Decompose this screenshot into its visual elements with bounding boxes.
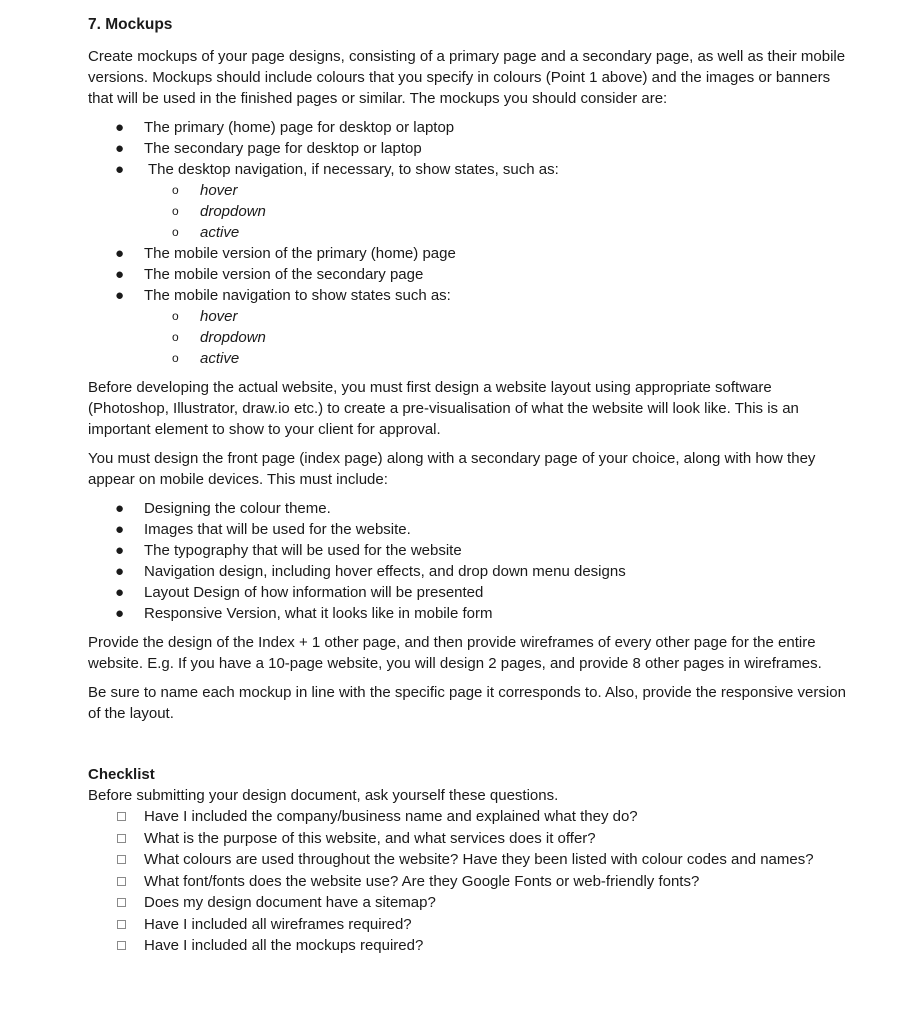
bullet-icon: ● bbox=[115, 140, 125, 157]
sub-list-item: o hover bbox=[88, 306, 848, 327]
mockup-list: ● The primary (home) page for desktop or … bbox=[88, 117, 848, 369]
bullet-icon: ● bbox=[115, 563, 125, 580]
document-page: 7. Mockups Create mockups of your page d… bbox=[88, 14, 848, 957]
checkbox-icon[interactable] bbox=[117, 855, 126, 864]
list-item-text: The typography that will be used for the… bbox=[144, 542, 462, 559]
checklist-item: What is the purpose of this website, and… bbox=[88, 828, 848, 850]
sub-list-item-text: active bbox=[200, 350, 240, 367]
bullet-icon: ● bbox=[115, 119, 125, 136]
sub-list-item: o dropdown bbox=[88, 327, 848, 348]
checklist: Have I included the company/business nam… bbox=[88, 806, 848, 957]
checklist-item-text: What colours are used throughout the web… bbox=[144, 851, 814, 868]
sub-list-item: o active bbox=[88, 348, 848, 369]
sub-list-item: o hover bbox=[88, 180, 848, 201]
list-item-text: Navigation design, including hover effec… bbox=[144, 563, 626, 580]
checklist-item: Have I included the company/business nam… bbox=[88, 806, 848, 828]
list-item: ● The desktop navigation, if necessary, t… bbox=[88, 159, 848, 243]
circle-bullet-icon: o bbox=[172, 204, 179, 218]
checklist-item-text: What is the purpose of this website, and… bbox=[144, 829, 596, 847]
circle-bullet-icon: o bbox=[172, 225, 179, 239]
list-item-text: The mobile version of the secondary page bbox=[144, 266, 424, 283]
list-item-text: Images that will be used for the website… bbox=[144, 521, 411, 538]
checkbox-icon[interactable] bbox=[117, 833, 126, 843]
before-developing-paragraph: Before developing the actual website, yo… bbox=[88, 379, 799, 438]
sub-list-item-text: dropdown bbox=[200, 203, 266, 220]
intro-paragraph: Create mockups of your page designs, con… bbox=[88, 48, 846, 107]
list-item-text: Designing the colour theme. bbox=[144, 500, 331, 517]
list-item: ● The mobile navigation to show states su… bbox=[88, 285, 848, 369]
checkbox-icon[interactable] bbox=[117, 898, 126, 907]
front-page-paragraph: You must design the front page (index pa… bbox=[88, 450, 816, 488]
provide-design-paragraph: Provide the design of the Index + 1 othe… bbox=[88, 634, 822, 672]
bullet-icon: ● bbox=[115, 287, 125, 304]
checkbox-icon[interactable] bbox=[117, 919, 126, 929]
sub-list-item: o active bbox=[88, 222, 848, 243]
checklist-intro: Before submitting your design document, … bbox=[88, 787, 559, 804]
checklist-item: What colours are used throughout the web… bbox=[88, 849, 848, 871]
list-item-text: Layout Design of how information will be… bbox=[144, 584, 484, 601]
checklist-item-text: Does my design document have a sitemap? bbox=[144, 894, 436, 911]
bullet-icon: ● bbox=[115, 605, 125, 622]
bullet-icon: ● bbox=[115, 245, 125, 262]
checklist-item: Have I included all the mockups required… bbox=[88, 935, 848, 957]
circle-bullet-icon: o bbox=[172, 351, 179, 365]
name-mockup-paragraph: Be sure to name each mockup in line with… bbox=[88, 684, 846, 722]
list-item: ● Images that will be used for the websit… bbox=[88, 519, 848, 540]
bullet-icon: ● bbox=[115, 266, 125, 283]
bullet-icon: ● bbox=[115, 500, 125, 517]
list-item: ● Navigation design, including hover effe… bbox=[88, 561, 848, 582]
bullet-icon: ● bbox=[115, 584, 125, 601]
checkbox-icon[interactable] bbox=[117, 876, 126, 886]
list-item: ● The secondary page for desktop or lapto… bbox=[88, 138, 848, 159]
list-item: ● The typography that will be used for th… bbox=[88, 540, 848, 561]
list-item-text: The desktop navigation, if necessary, to… bbox=[148, 161, 559, 178]
checklist-item: Does my design document have a sitemap? bbox=[88, 892, 848, 914]
list-item-text: The secondary page for desktop or laptop bbox=[144, 140, 422, 157]
sub-list-item-text: active bbox=[200, 224, 240, 241]
list-item: ● Responsive Version, what it looks like … bbox=[88, 603, 848, 624]
checklist-item: What font/fonts does the website use? Ar… bbox=[88, 871, 848, 893]
circle-bullet-icon: o bbox=[172, 330, 179, 344]
list-item: ● The mobile version of the primary (home… bbox=[88, 243, 848, 264]
list-item-text: The mobile version of the primary (home)… bbox=[144, 245, 456, 262]
checkbox-icon[interactable] bbox=[117, 812, 126, 821]
sub-list-item-text: dropdown bbox=[200, 329, 266, 346]
bullet-icon: ● bbox=[115, 542, 125, 559]
list-item: ● Designing the colour theme. bbox=[88, 498, 848, 519]
list-item-text: Responsive Version, what it looks like i… bbox=[144, 605, 493, 622]
sub-list: o hover o dropdown o active bbox=[144, 180, 848, 243]
circle-bullet-icon: o bbox=[172, 309, 179, 323]
list-item-text: The mobile navigation to show states suc… bbox=[144, 287, 451, 304]
checklist-item-text: Have I included all the mockups required… bbox=[144, 937, 424, 954]
circle-bullet-icon: o bbox=[172, 183, 179, 197]
section-title: 7. Mockups bbox=[88, 16, 173, 33]
list-item: ● The primary (home) page for desktop or … bbox=[88, 117, 848, 138]
checklist-title: Checklist bbox=[88, 766, 155, 783]
sub-list: o hover o dropdown o active bbox=[144, 306, 848, 369]
include-list: ● Designing the colour theme. ● Images that… bbox=[88, 498, 848, 624]
list-item: ● Layout Design of how information will b… bbox=[88, 582, 848, 603]
bullet-icon: ● bbox=[115, 161, 125, 178]
checkbox-icon[interactable] bbox=[117, 941, 126, 950]
sub-list-item-text: hover bbox=[200, 182, 238, 199]
checklist-item-text: Have I included all wireframes required? bbox=[144, 915, 412, 933]
sub-list-item: o dropdown bbox=[88, 201, 848, 222]
checklist-item: Have I included all wireframes required? bbox=[88, 914, 848, 936]
bullet-icon: ● bbox=[115, 521, 125, 538]
list-item: ● The mobile version of the secondary pag… bbox=[88, 264, 848, 285]
list-item-text: The primary (home) page for desktop or l… bbox=[144, 119, 455, 136]
sub-list-item-text: hover bbox=[200, 308, 238, 325]
checklist-item-text: What font/fonts does the website use? Ar… bbox=[144, 872, 700, 890]
checklist-item-text: Have I included the company/business nam… bbox=[144, 808, 638, 825]
